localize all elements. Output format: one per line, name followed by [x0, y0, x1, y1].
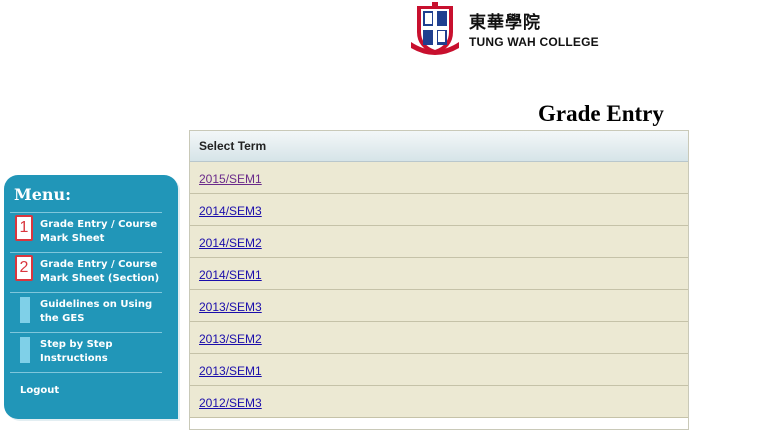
- menu-title: Menu:: [14, 185, 72, 204]
- menu-divider: [10, 372, 162, 373]
- table-row: 2014/SEM2: [190, 226, 688, 258]
- menu-item-instructions[interactable]: Step by Step Instructions: [10, 332, 162, 373]
- table-row: 2014/SEM3: [190, 194, 688, 226]
- sidebar-menu: Menu: 1 Grade Entry / Course Mark Sheet …: [4, 175, 178, 419]
- table-row: 2013/SEM2: [190, 322, 688, 354]
- term-link[interactable]: 2014/SEM3: [199, 204, 262, 218]
- college-logo: 東華學院 TUNG WAH COLLEGE: [409, 2, 599, 60]
- menu-item-grade-entry[interactable]: 1 Grade Entry / Course Mark Sheet: [10, 212, 162, 253]
- menu-item-grade-entry-section[interactable]: 2 Grade Entry / Course Mark Sheet (Secti…: [10, 252, 162, 293]
- term-link[interactable]: 2013/SEM1: [199, 364, 262, 378]
- table-row: 2013/SEM1: [190, 354, 688, 386]
- table-row: 2015/SEM1: [190, 162, 688, 194]
- logo-chinese-name: 東華學院: [469, 13, 541, 33]
- term-link[interactable]: 2012/SEM3: [199, 396, 262, 410]
- table-row: 2012/SEM3: [190, 386, 688, 418]
- term-link[interactable]: 2014/SEM2: [199, 236, 262, 250]
- menu-item-marker: [20, 337, 30, 363]
- table-row: 2014/SEM1: [190, 258, 688, 290]
- menu-item-label[interactable]: Grade Entry / Course Mark Sheet: [40, 218, 165, 246]
- menu-item-label[interactable]: Grade Entry / Course Mark Sheet (Section…: [40, 258, 165, 286]
- college-crest-icon: [411, 2, 459, 55]
- term-link[interactable]: 2015/SEM1: [199, 172, 262, 186]
- step-badge: 2: [15, 255, 33, 281]
- page-title: Grade Entry: [538, 101, 664, 126]
- term-link[interactable]: 2013/SEM2: [199, 332, 262, 346]
- menu-item-guidelines[interactable]: Guidelines on Using the GES: [10, 292, 162, 333]
- menu-item-marker: [20, 297, 30, 323]
- menu-item-label[interactable]: Step by Step Instructions: [40, 338, 165, 366]
- step-badge: 1: [15, 215, 33, 241]
- term-table-header: Select Term: [190, 131, 688, 162]
- logout-link[interactable]: Logout: [20, 385, 59, 396]
- menu-item-label[interactable]: Guidelines on Using the GES: [40, 298, 165, 326]
- term-link[interactable]: 2014/SEM1: [199, 268, 262, 282]
- term-link[interactable]: 2013/SEM3: [199, 300, 262, 314]
- logo-english-name: TUNG WAH COLLEGE: [469, 35, 599, 49]
- term-table: Select Term 2015/SEM1 2014/SEM3 2014/SEM…: [189, 130, 689, 430]
- table-row: 2013/SEM3: [190, 290, 688, 322]
